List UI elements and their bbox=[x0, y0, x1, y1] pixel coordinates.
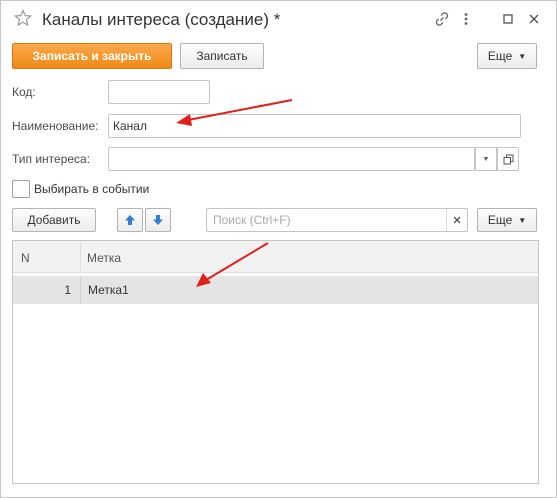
annotation-arrow-row bbox=[196, 242, 269, 287]
annotation-arrows bbox=[176, 99, 293, 287]
annotation-arrow-name bbox=[176, 99, 293, 126]
